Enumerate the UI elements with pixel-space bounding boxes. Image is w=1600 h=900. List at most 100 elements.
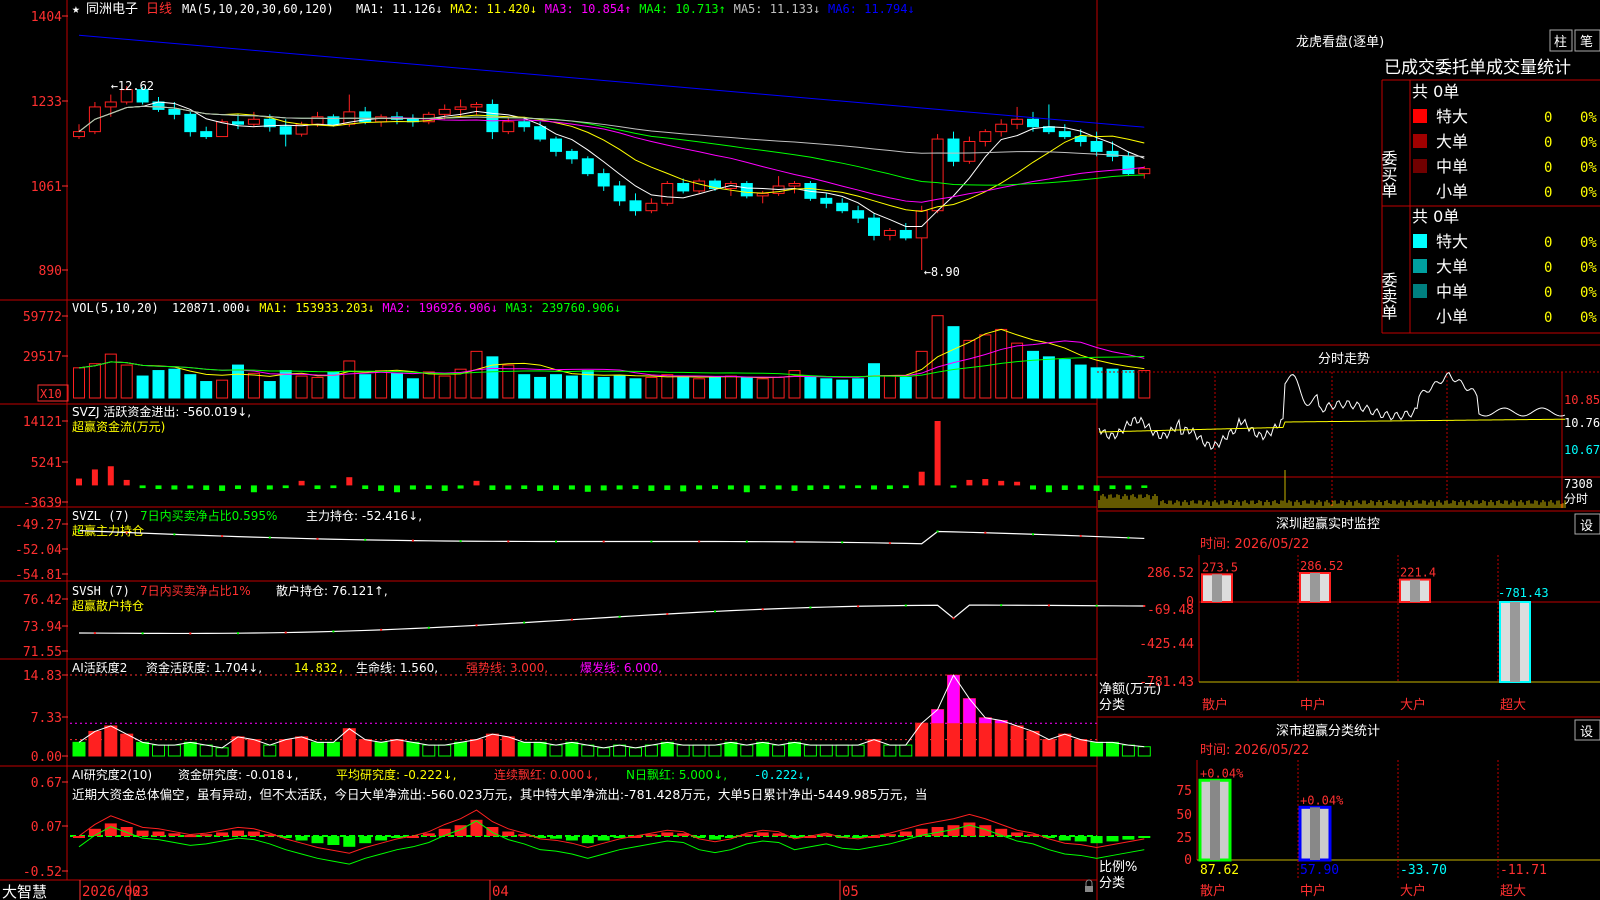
volume-bar	[391, 372, 403, 399]
fund-flow-bar	[648, 485, 655, 491]
activity-bar	[740, 744, 754, 757]
volume-bar	[724, 375, 737, 399]
retail-holding-dot	[1047, 604, 1050, 607]
activity-bar	[1121, 744, 1135, 757]
sell-row-name: 特大	[1436, 232, 1468, 251]
stock-terminal: ★ 同洲电子 日线 MA(5,10,20,30,60,120) MA1: 11.…	[0, 0, 1600, 900]
ai-active-caption-e: 强势线: 3.000,	[466, 661, 548, 675]
buy-row-count: 0	[1544, 135, 1552, 151]
retail-holding-dot	[380, 628, 383, 631]
ai-active-caption-b: 资金活跃度: 1.704↓,	[146, 660, 262, 675]
research-bar	[120, 827, 133, 836]
volume-bar	[438, 375, 451, 399]
activity-bar	[406, 741, 420, 757]
classify-bar-top: +0.04%	[1300, 793, 1344, 807]
candle-body	[868, 217, 880, 236]
research-bar	[709, 836, 721, 840]
volume-bar	[756, 378, 769, 399]
svsh-caption-b: 7日内买卖净占比1%	[140, 583, 251, 598]
fund-flow-bar	[680, 485, 687, 492]
main-holding-dot	[459, 540, 462, 543]
volume-bar	[852, 378, 865, 399]
fund-flow-bar	[91, 469, 98, 486]
ma-value-6: MA6: 11.794↓	[828, 2, 915, 16]
buy-row-pct: 0%	[1580, 160, 1597, 176]
volume-bar	[677, 375, 690, 399]
volume-bar	[550, 374, 562, 399]
main-holding-dot	[507, 540, 510, 543]
monitor-bar-shade	[1212, 574, 1222, 602]
monitor-time: 时间: 2026/05/22	[1200, 537, 1309, 552]
fund-flow-bar	[330, 485, 337, 489]
fund-flow-bar	[123, 479, 130, 486]
terminal-canvas: ★ 同洲电子 日线 MA(5,10,20,30,60,120) MA1: 11.…	[0, 0, 1600, 900]
fund-flow-bar	[839, 485, 846, 489]
research-bar	[422, 833, 435, 836]
monitor-settings-label: 设	[1580, 519, 1593, 534]
main-holding-dot	[745, 540, 748, 543]
fund-flow-bar	[1061, 485, 1068, 490]
fund-flow-bar	[902, 485, 909, 489]
fund-flow-bar	[727, 485, 734, 490]
classify-time: 时间: 2026/05/22	[1200, 743, 1309, 758]
monitor-bar-label: 273.5	[1202, 560, 1238, 574]
activity-bar	[708, 744, 722, 757]
candle-body	[279, 126, 292, 135]
ai-research-caption-e: N日飘红: 5.000↓,	[626, 767, 727, 782]
candle-body	[1027, 118, 1039, 128]
bar-mode-label: 柱	[1554, 35, 1567, 50]
volume-bar	[804, 376, 817, 399]
main-holding-dot	[555, 540, 557, 543]
main-holding-dot	[698, 540, 701, 543]
monitor-bar-shade	[1510, 602, 1520, 682]
volume-bar	[470, 350, 483, 399]
activity-bar	[501, 736, 515, 757]
period-label[interactable]: 日线	[146, 2, 172, 17]
retail-holding-dot	[427, 626, 430, 629]
retail-holding-dot	[284, 631, 287, 634]
sell-row-count: 0	[1544, 310, 1552, 326]
activity-bar	[438, 744, 452, 757]
activity-bar	[676, 744, 690, 757]
fund-flow-bar	[1045, 485, 1052, 493]
activity-bar	[692, 744, 706, 757]
activity-bar	[88, 730, 102, 757]
sell-row-name: 小单	[1436, 307, 1468, 326]
svzl-axis: -49.27 -52.04 -54.81	[15, 518, 68, 583]
svzj-subcaption: 超赢资金流(万元)	[72, 419, 165, 434]
vol-caption: VOL(5,10,20)	[72, 301, 159, 315]
research-bar	[184, 835, 197, 838]
volume-bar	[1090, 367, 1103, 399]
buy-row-count: 0	[1544, 110, 1552, 126]
candle-body	[852, 210, 865, 219]
svsh-axis: 76.42 73.94 71.55	[23, 593, 68, 660]
research-bar	[1058, 836, 1071, 841]
activity-bar	[390, 739, 404, 757]
buy-row-count: 0	[1544, 185, 1552, 201]
activity-bar	[581, 744, 595, 757]
research-bar	[200, 834, 213, 837]
classify-tick: 0	[1184, 853, 1192, 868]
fund-flow-bar	[616, 485, 623, 490]
main-holding-dot	[936, 530, 939, 533]
fund-flow-bar	[250, 485, 257, 493]
classify-bar-shade	[1310, 807, 1320, 860]
intraday-title: 分时走势	[1318, 351, 1370, 367]
candle-body	[915, 210, 928, 239]
svzl-caption-a: SVZL (7)	[72, 509, 130, 523]
retail-holding-dot	[475, 624, 478, 627]
low-price-label: ←8.90	[924, 265, 960, 279]
volume-bar	[1122, 370, 1135, 399]
activity-bar	[152, 744, 165, 757]
volume-bar	[152, 370, 165, 399]
favorite-star-icon[interactable]: ★	[72, 2, 80, 17]
fund-flow-bar	[664, 485, 671, 490]
main-holding-dot	[125, 531, 128, 534]
research-bar	[899, 831, 912, 836]
activity-bar	[1010, 725, 1024, 757]
stats-title: 已成交委托单成交量统计	[1384, 58, 1571, 78]
retail-holding-dot	[523, 621, 526, 624]
aia-tick-label: 0.00	[31, 750, 62, 765]
candle-body	[375, 116, 388, 123]
volume-bar	[963, 339, 976, 399]
